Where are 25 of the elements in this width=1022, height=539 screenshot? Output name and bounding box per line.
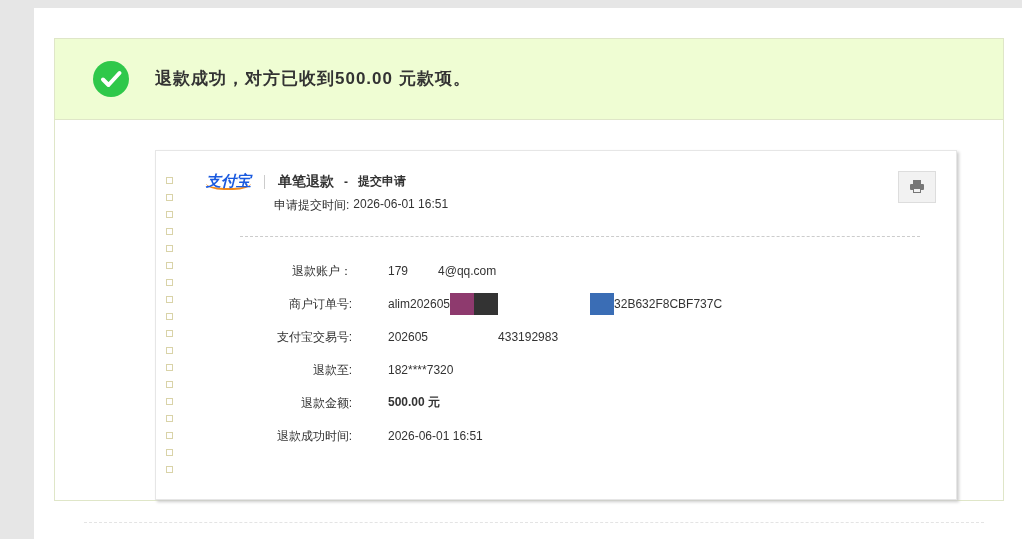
field-label: 退款至: bbox=[311, 361, 352, 378]
field-value: 2026-06-01 16:51 bbox=[388, 428, 483, 443]
check-icon bbox=[93, 60, 129, 97]
submitted-label: 申请提交时间: bbox=[274, 196, 350, 214]
logo: 支付宝 bbox=[206, 173, 251, 191]
success-message: 退款成功，对方已收到500.00 元款项。 bbox=[155, 68, 471, 91]
field-label: 退款成功时间: bbox=[275, 427, 352, 444]
print-button[interactable] bbox=[898, 170, 936, 203]
field-value: alim202605 bbox=[388, 296, 451, 311]
field-value: 32B632F8CBF737C bbox=[614, 296, 723, 311]
receipt-title: 单笔退款 bbox=[278, 172, 334, 191]
submitted-time: 2026-06-01 16:51 bbox=[353, 196, 449, 213]
field-value: 182****7320 bbox=[388, 362, 454, 377]
print-icon bbox=[910, 180, 924, 194]
field-label: 支付宝交易号: bbox=[275, 328, 352, 345]
field-value: 433192983 bbox=[498, 329, 559, 344]
field-label: 退款金额: bbox=[299, 394, 352, 411]
field-value: 500.00 元 bbox=[388, 394, 441, 412]
field-label: 退款账户： bbox=[291, 262, 352, 279]
receipt-subtitle: 提交申请 bbox=[358, 173, 406, 191]
title-separator: - bbox=[344, 174, 348, 189]
field-label: 商户订单号: bbox=[287, 295, 352, 312]
field-value: 202605 bbox=[388, 329, 429, 344]
field-value: 179 bbox=[388, 263, 409, 278]
field-value: 4@qq.com bbox=[438, 263, 497, 278]
